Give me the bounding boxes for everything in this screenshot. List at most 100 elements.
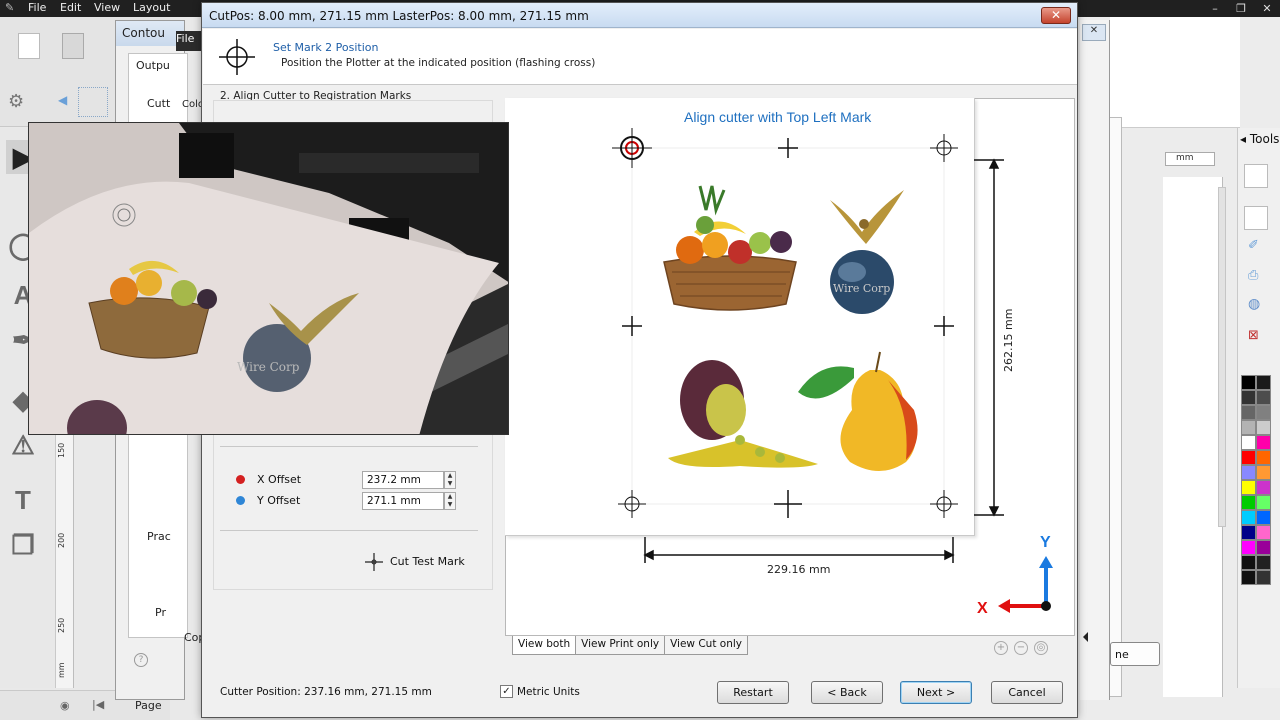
cut-test-mark-button[interactable]: Cut Test Mark [362, 552, 482, 572]
new-document-icon[interactable] [18, 33, 40, 59]
color-swatch[interactable] [1256, 540, 1271, 555]
zoom-out-icon[interactable]: − [1014, 641, 1028, 655]
app-logo-icon: ✎ [5, 1, 15, 14]
color-swatch[interactable] [1241, 555, 1256, 570]
color-swatch[interactable] [1241, 375, 1256, 390]
color-swatch[interactable] [1241, 450, 1256, 465]
color-swatch[interactable] [1256, 510, 1271, 525]
page-label: Page [135, 699, 162, 712]
zoom-in-icon[interactable]: + [994, 641, 1008, 655]
spin-down-icon[interactable]: ▼ [445, 480, 455, 488]
color-swatch[interactable] [1241, 525, 1256, 540]
color-swatch[interactable] [1256, 390, 1271, 405]
color-swatch[interactable] [1256, 480, 1271, 495]
grid-icon[interactable] [78, 87, 108, 117]
print-preview-page [505, 98, 975, 536]
x-offset-label: X Offset [257, 473, 302, 486]
color-swatch[interactable] [1256, 570, 1271, 585]
tool-slot-icon[interactable] [1244, 206, 1268, 230]
open-document-icon[interactable] [62, 33, 84, 59]
panel-scrollbar[interactable] [1218, 187, 1226, 527]
color-swatch[interactable] [1241, 495, 1256, 510]
layers-tool-icon[interactable]: ❐ [6, 528, 40, 562]
color-swatch[interactable] [1256, 450, 1271, 465]
partial-button[interactable]: ne [1110, 642, 1160, 666]
help-icon[interactable]: ? [134, 653, 148, 667]
globe-icon[interactable]: ◍ [1248, 296, 1260, 312]
back-button[interactable]: < Back [811, 681, 883, 704]
cancel-button[interactable]: Cancel [991, 681, 1063, 704]
tab-view-cut-only[interactable]: View Cut only [664, 636, 748, 655]
x-offset-spinner[interactable]: ▲ ▼ [444, 471, 456, 489]
color-swatch[interactable] [1241, 405, 1256, 420]
color-swatch[interactable] [1256, 435, 1271, 450]
menu-layout[interactable]: Layout [133, 1, 170, 14]
print-icon[interactable]: ⎙ [1248, 268, 1258, 283]
ruler-tick-label: 250 [57, 617, 66, 633]
color-swatch[interactable] [1241, 510, 1256, 525]
first-page-icon[interactable]: |◀ [92, 698, 104, 711]
right-dialog-close-icon[interactable]: ✕ [1082, 24, 1106, 41]
ruler-unit-label: mm [57, 662, 66, 678]
arrow-left-icon[interactable]: ◀ [58, 93, 67, 107]
wizard-close-button[interactable]: ✕ [1041, 7, 1071, 24]
plotter-video-overlay: Wire Corp [28, 122, 509, 435]
eye-icon[interactable]: ◉ [60, 699, 70, 712]
minimize-button[interactable]: – [1202, 0, 1228, 17]
color-swatch[interactable] [1256, 465, 1271, 480]
cutter-position-status: Cutter Position: 237.16 mm, 271.15 mm [220, 686, 432, 698]
tab-view-print-only[interactable]: View Print only [575, 636, 666, 655]
menu-file[interactable]: File [28, 1, 46, 14]
ruler-unit-field[interactable]: mm [1165, 152, 1215, 166]
close-app-button[interactable]: ✕ [1254, 0, 1280, 17]
color-swatch[interactable] [1241, 465, 1256, 480]
metric-units-checkbox[interactable]: ✓ [500, 685, 513, 698]
x-offset-dot-icon [236, 475, 245, 484]
color-swatch[interactable] [1256, 420, 1271, 435]
color-swatch[interactable] [1241, 390, 1256, 405]
color-swatch[interactable] [1256, 495, 1271, 510]
collapse-arrow-icon[interactable]: ◂ [1240, 132, 1246, 146]
tool-slot-icon[interactable] [1244, 164, 1268, 188]
contour-menu-file[interactable]: File [176, 32, 194, 45]
y-offset-spinner[interactable]: ▲ ▼ [444, 492, 456, 510]
contour-tab-output[interactable]: Outpu [136, 59, 170, 72]
preview-title: Align cutter with Top Left Mark [684, 109, 872, 125]
color-swatch[interactable] [1241, 540, 1256, 555]
color-swatch[interactable] [1256, 555, 1271, 570]
svg-text:Wire Corp: Wire Corp [237, 360, 300, 374]
wizard-step-title: Set Mark 2 Position [273, 41, 379, 54]
menu-view[interactable]: View [94, 1, 120, 14]
next-button[interactable]: Next > [900, 681, 972, 704]
right-dialog-edge: ✕ [1080, 20, 1110, 700]
wizard-titlebar[interactable]: CutPos: 8.00 mm, 271.15 mm LasterPos: 8.… [202, 3, 1077, 28]
text-tool-icon[interactable]: T [6, 483, 40, 517]
crosshair-icon [219, 39, 255, 75]
color-swatch[interactable] [1256, 525, 1271, 540]
divider [220, 446, 478, 447]
wrench-icon[interactable]: ⚙ [8, 91, 24, 112]
eraser-icon[interactable]: ✐ [1248, 238, 1259, 253]
menu-edit[interactable]: Edit [60, 1, 81, 14]
restore-button[interactable]: ❐ [1228, 0, 1254, 17]
color-swatch[interactable] [1241, 435, 1256, 450]
zoom-fit-icon[interactable]: ◎ [1034, 641, 1048, 655]
color-palette [1241, 375, 1271, 585]
y-offset-label: Y Offset [257, 494, 301, 507]
y-offset-input[interactable]: 271.1 mm [362, 492, 444, 510]
color-swatch[interactable] [1241, 480, 1256, 495]
color-swatch[interactable] [1241, 570, 1256, 585]
contour-label-cut: Cutt [147, 97, 171, 110]
color-swatch[interactable] [1241, 420, 1256, 435]
restart-button[interactable]: Restart [717, 681, 789, 704]
spin-up-icon[interactable]: ▲ [445, 472, 455, 480]
spin-down-icon[interactable]: ▼ [445, 501, 455, 509]
x-offset-row: X Offset 237.2 mm ▲ ▼ [232, 471, 472, 489]
color-swatch[interactable] [1256, 405, 1271, 420]
color-swatch[interactable] [1256, 375, 1271, 390]
spin-up-icon[interactable]: ▲ [445, 493, 455, 501]
tools-panel-label: ◂ Tools [1240, 132, 1280, 146]
delete-icon[interactable]: ⊠ [1248, 328, 1259, 343]
x-offset-input[interactable]: 237.2 mm [362, 471, 444, 489]
tab-view-both[interactable]: View both [512, 636, 577, 655]
